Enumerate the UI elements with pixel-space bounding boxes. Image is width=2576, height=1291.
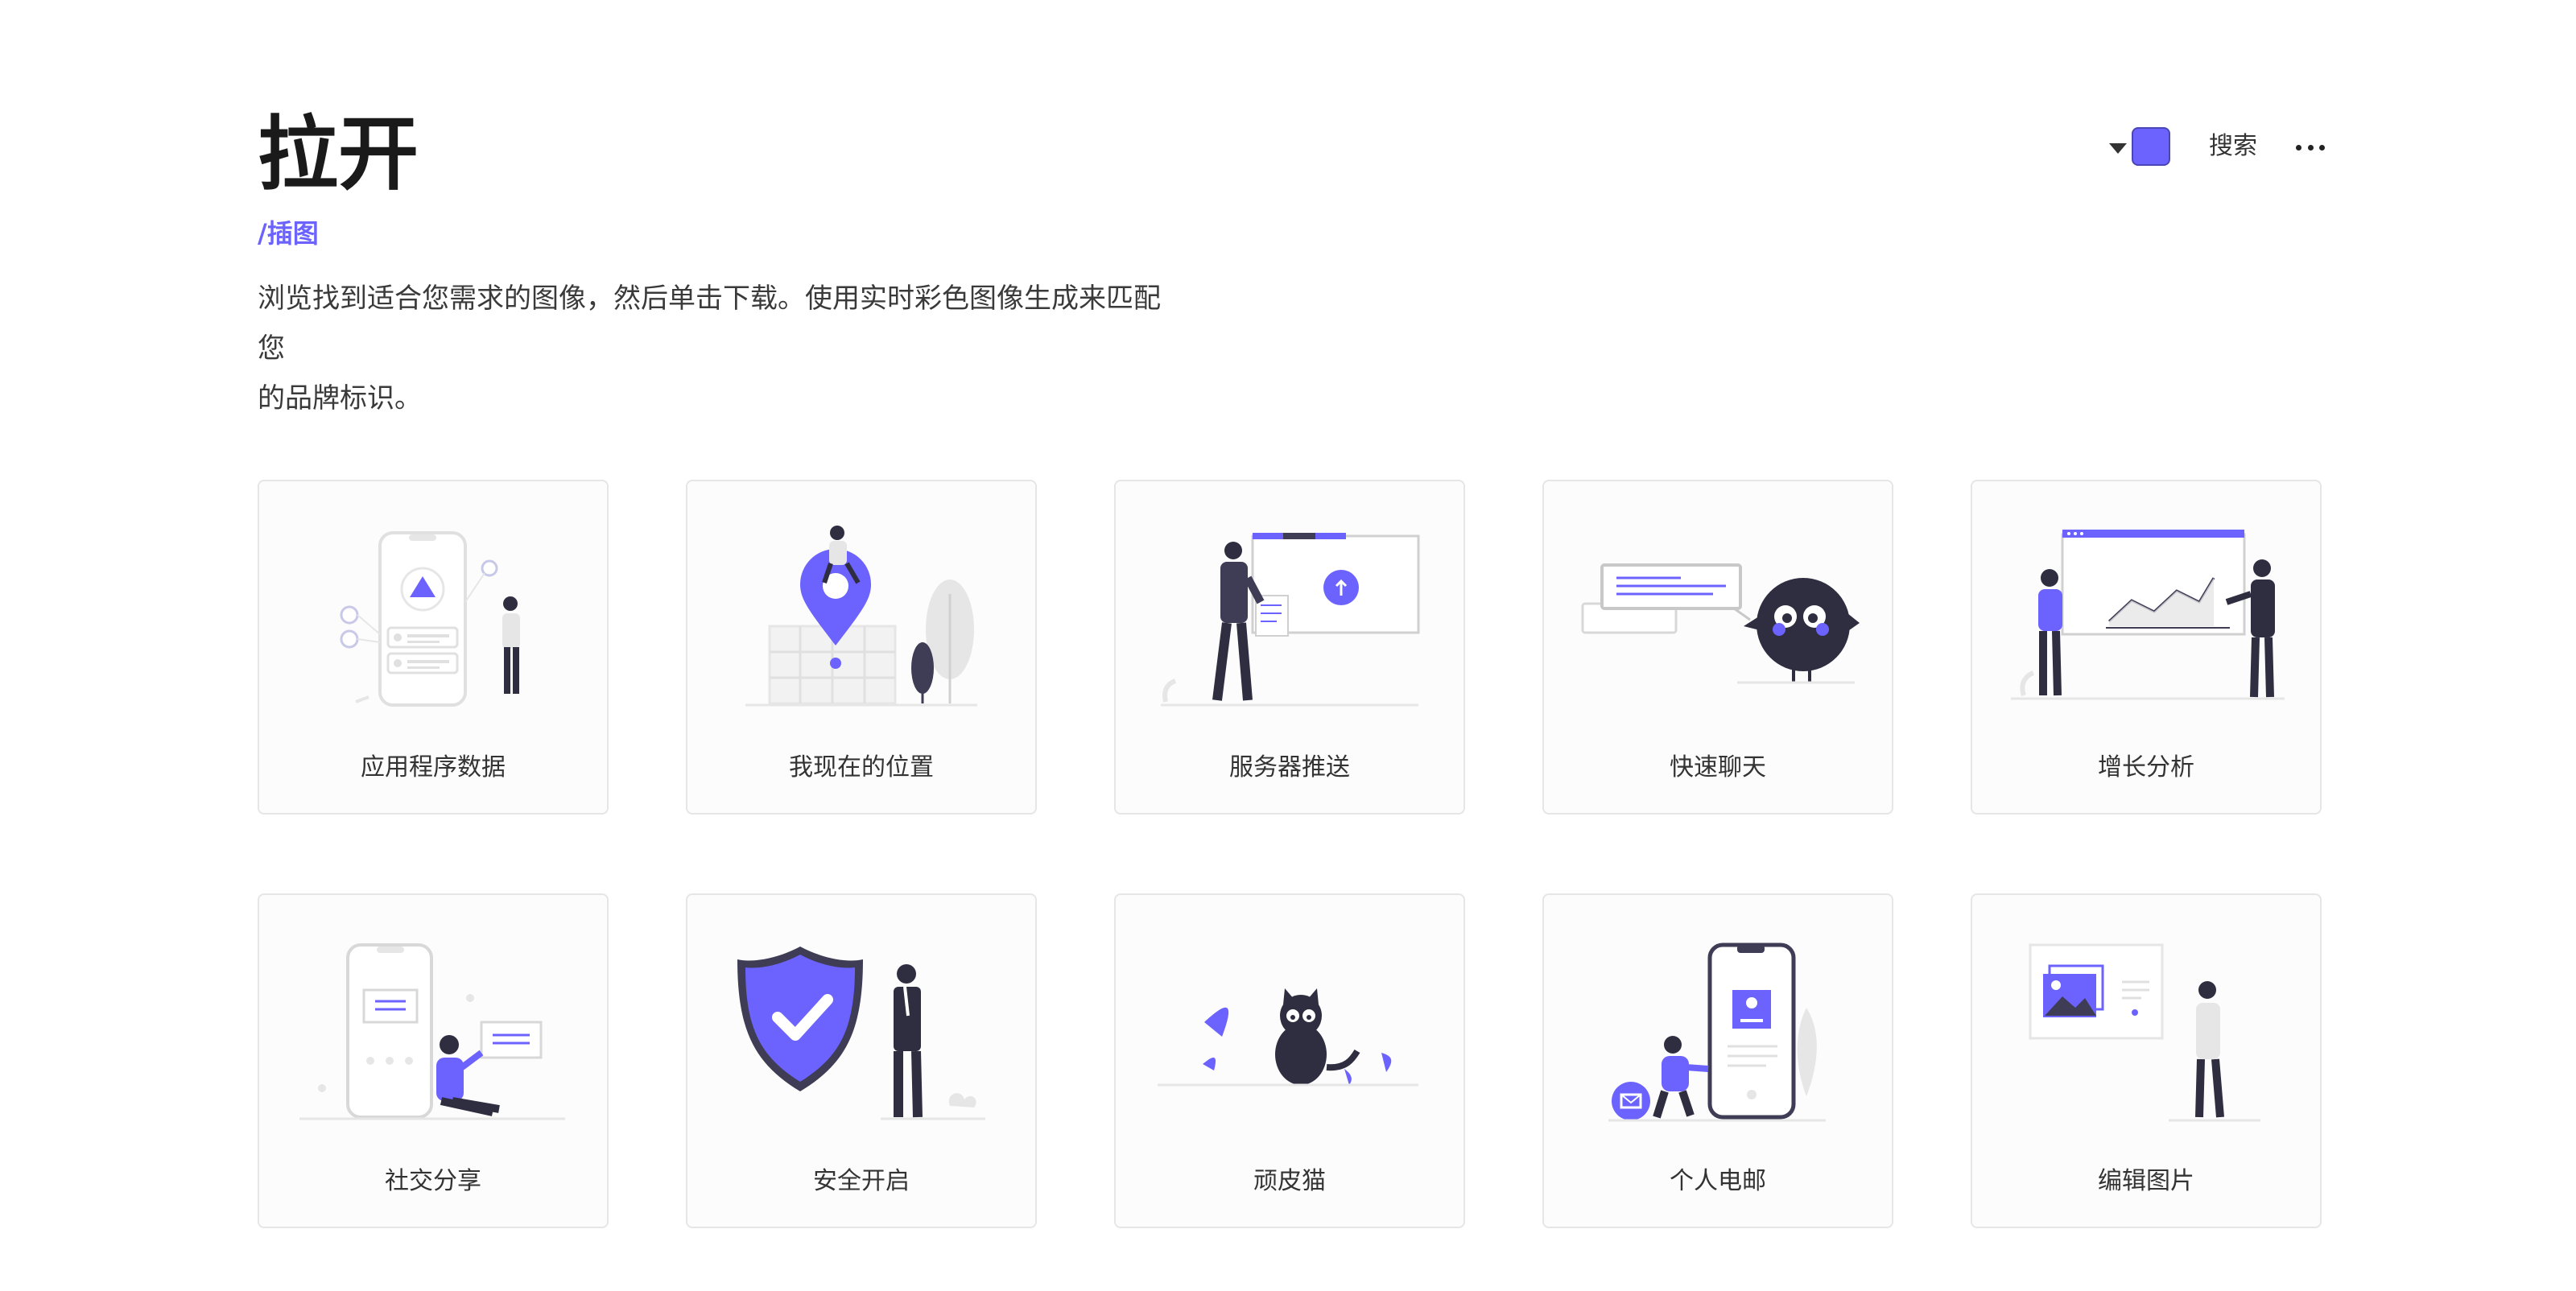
illustration-card-growth-analytics[interactable]: 增长分析 [1971, 480, 2322, 815]
quick-chat-illustration [1581, 563, 1860, 684]
search-button[interactable]: 搜索 [2209, 130, 2257, 163]
edit-image-illustration [2029, 943, 2260, 1122]
illustration-card-naughty-cat[interactable]: 顽皮猫 [1114, 893, 1465, 1228]
color-picker-swatch[interactable] [2132, 127, 2170, 166]
illustration-card-server-push[interactable]: 服务器推送 [1114, 480, 1465, 815]
illustration-label: 快速聊天 [1670, 753, 1766, 782]
page-description: 浏览找到适合您需求的图像，然后单击下载。使用实时彩色图像生成来匹配您的品牌标识。 [258, 274, 1175, 423]
social-share-illustration [299, 943, 565, 1120]
naughty-cat-illustration [1158, 988, 1418, 1087]
security-on-illustration [737, 947, 985, 1120]
illustration-label: 我现在的位置 [789, 753, 934, 782]
my-location-illustration [745, 526, 977, 707]
breadcrumb-link[interactable]: /插图 [258, 216, 319, 251]
illustration-card-quick-chat[interactable]: 快速聊天 [1542, 480, 1893, 815]
illustration-card-security-on[interactable]: 安全开启 [686, 893, 1037, 1228]
personal-email-illustration [1608, 942, 1826, 1122]
illustration-label: 社交分享 [385, 1167, 481, 1195]
illustration-label: 个人电邮 [1670, 1167, 1766, 1195]
illustration-card-my-location[interactable]: 我现在的位置 [686, 480, 1037, 815]
toolbar: 搜索 [0, 127, 2576, 172]
illustration-label: 增长分析 [2098, 753, 2194, 782]
illustration-label: 编辑图片 [2098, 1167, 2194, 1195]
illustration-card-app-data[interactable]: 应用程序数据 [258, 480, 609, 815]
description-line-1: 浏览找到适合您需求的图像，然后单击下载。使用实时彩色图像生成来匹配您 [258, 283, 1161, 365]
server-push-illustration [1161, 533, 1420, 707]
illustration-label: 服务器推送 [1229, 753, 1350, 782]
illustration-label: 顽皮猫 [1253, 1167, 1326, 1195]
illustration-label: 应用程序数据 [361, 753, 506, 782]
illustration-card-personal-email[interactable]: 个人电邮 [1542, 893, 1893, 1228]
caret-down-icon[interactable] [2109, 143, 2127, 154]
description-line-2: 的品牌标识。 [258, 382, 422, 415]
app-data-illustration [340, 531, 520, 707]
illustration-card-edit-image[interactable]: 编辑图片 [1971, 893, 2322, 1228]
more-horizontal-icon[interactable] [2296, 145, 2325, 151]
growth-analytics-illustration [2011, 530, 2285, 700]
illustration-label: 安全开启 [813, 1167, 910, 1195]
illustration-card-social-share[interactable]: 社交分享 [258, 893, 609, 1228]
